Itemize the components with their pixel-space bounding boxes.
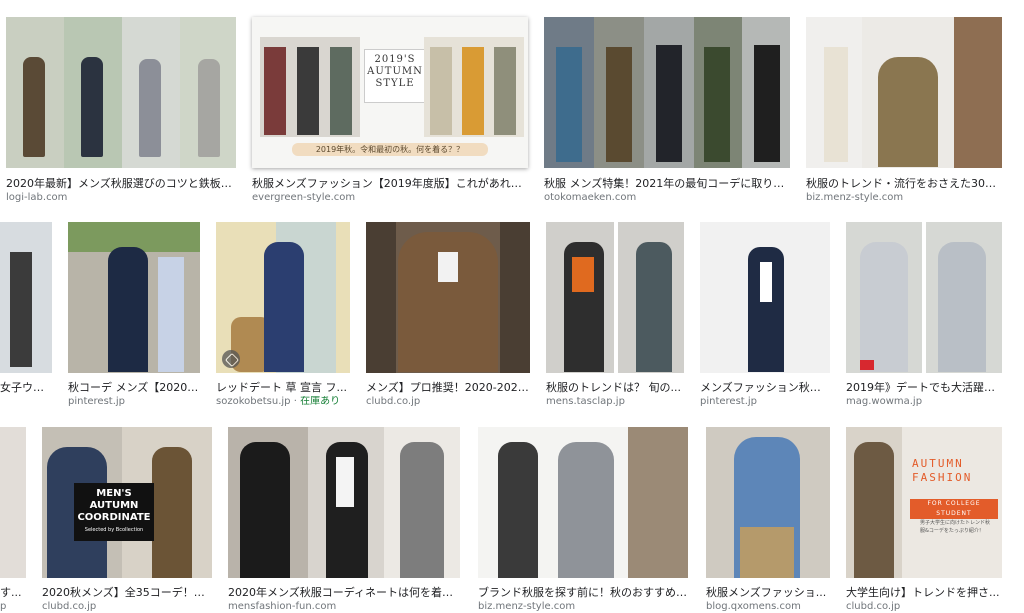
overlay-subtitle: Selected by Bcollection (84, 527, 144, 533)
result-caption[interactable]: メンズ】プロ推奨！2020-2021... (366, 381, 530, 394)
result-source[interactable]: biz.menz-style.com (806, 192, 1002, 204)
result-caption[interactable]: 2020年メンズ秋服コーディネートは何を着る... (228, 586, 460, 599)
result-thumbnail[interactable] (478, 427, 688, 578)
result-thumbnail[interactable] (228, 427, 460, 578)
result-source[interactable]: logi-lab.com (6, 192, 236, 204)
tag-icon (222, 350, 240, 368)
result-caption[interactable]: レッドデート 草 宣言 フ... (216, 381, 350, 394)
result-caption[interactable]: 2019年》デートでも大活躍！... (846, 381, 1002, 394)
result-caption[interactable]: 秋服のトレンド・流行をおさえた30代4... (806, 177, 1002, 190)
stock-label: 在庫あり (300, 396, 341, 407)
image-result[interactable]: 秋コーデ メンズ【2020/... pinterest.jp (68, 222, 200, 412)
result-thumbnail[interactable]: AUTUMN FASHION FOR COLLEGE STUDENT 男子大学生… (846, 427, 1002, 578)
image-result[interactable]: 女子ウケ... (0, 222, 52, 412)
image-result[interactable]: ブランド秋服を探す前に！秋のおすすめ秋... biz.menz-style.co… (478, 427, 688, 613)
image-result[interactable]: す... p (0, 427, 26, 613)
result-caption[interactable]: 秋服 メンズ特集！2021年の最旬コーデに取り入... (544, 177, 790, 190)
result-source[interactable]: clubd.co.jp (846, 601, 1002, 613)
result-source[interactable]: mag.wowma.jp (846, 396, 1002, 408)
result-source[interactable]: biz.menz-style.com (478, 601, 688, 613)
image-result[interactable]: 2020年メンズ秋服コーディネートは何を着る... mensfashion-fu… (228, 427, 460, 613)
result-caption[interactable]: 秋服のトレンドは？ 旬の... (546, 381, 684, 394)
image-result[interactable]: 2019年》デートでも大活躍！... mag.wowma.jp (846, 222, 1002, 412)
image-result[interactable]: 秋服メンズファッショ... blog.qxomens.com (706, 427, 830, 613)
overlay-title-text: MEN'S AUTUMN COORDINATE (77, 488, 151, 523)
image-result[interactable]: メンズファッション秋服... pinterest.jp (700, 222, 830, 412)
result-thumbnail[interactable] (846, 222, 1002, 373)
image-result[interactable]: AUTUMN FASHION FOR COLLEGE STUDENT 男子大学生… (846, 427, 1002, 613)
result-thumbnail[interactable]: MEN'S AUTUMN COORDINATE Selected by Bcol… (42, 427, 212, 578)
result-source[interactable]: blog.qxomens.com (706, 601, 830, 613)
result-source[interactable]: evergreen-style.com (252, 192, 528, 204)
overlay-title: AUTUMN FASHION (912, 457, 973, 484)
overlay-strip: 2019年秋。令和最初の秋。何を着る？？ (292, 143, 488, 156)
result-thumbnail[interactable] (544, 17, 790, 168)
overlay-title: 2019'S AUTUMN STYLE (364, 49, 426, 103)
result-caption[interactable]: 女子ウケ... (0, 381, 52, 394)
result-caption[interactable]: メンズファッション秋服... (700, 381, 830, 394)
image-result[interactable]: 2020年最新】メンズ秋服選びのコツと鉄板ア... logi-lab.com (6, 17, 236, 207)
image-result[interactable]: 秋服のトレンドは？ 旬の... mens.tasclap.jp (546, 222, 684, 412)
result-source[interactable]: pinterest.jp (700, 396, 830, 408)
result-thumbnail[interactable] (706, 427, 830, 578)
result-caption[interactable]: ブランド秋服を探す前に！秋のおすすめ秋... (478, 586, 688, 599)
result-caption[interactable]: 秋コーデ メンズ【2020/... (68, 381, 200, 394)
overlay-body: 男子大学生に向けたトレンド秋服&コーデをたっぷり紹介！ (920, 520, 991, 534)
result-caption[interactable]: す... (0, 586, 26, 599)
result-thumbnail[interactable] (0, 427, 26, 578)
result-source[interactable]: clubd.co.jp (42, 601, 212, 613)
result-thumbnail[interactable] (6, 17, 236, 168)
result-caption[interactable]: 秋服メンズファッション【2019年度版】これがあれば0... (252, 177, 528, 190)
overlay-title: MEN'S AUTUMN COORDINATE Selected by Bcol… (74, 483, 154, 541)
result-source[interactable]: sozokobetsu.jp · 在庫あり (216, 396, 350, 408)
result-thumbnail[interactable]: 2019'S AUTUMN STYLE 2019年秋。令和最初の秋。何を着る？？ (252, 17, 528, 168)
result-source-domain: sozokobetsu.jp (216, 396, 291, 407)
result-caption[interactable]: 大学生向け】トレンドを押さ... (846, 586, 1002, 599)
result-thumbnail[interactable] (546, 222, 684, 373)
result-thumbnail[interactable] (216, 222, 350, 373)
image-result[interactable]: 秋服 メンズ特集！2021年の最旬コーデに取り入... otokomaeken.… (544, 17, 790, 207)
result-source[interactable]: p (0, 601, 26, 613)
result-thumbnail[interactable] (806, 17, 1002, 168)
result-thumbnail[interactable] (0, 222, 52, 373)
result-source[interactable]: otokomaeken.com (544, 192, 790, 204)
image-result[interactable]: 秋服のトレンド・流行をおさえた30代4... biz.menz-style.co… (806, 17, 1002, 207)
overlay-subtitle: FOR COLLEGE STUDENT (910, 499, 998, 519)
result-source[interactable]: mens.tasclap.jp (546, 396, 684, 408)
image-result[interactable]: メンズ】プロ推奨！2020-2021... clubd.co.jp (366, 222, 530, 412)
image-result[interactable]: レッドデート 草 宣言 フ... sozokobetsu.jp · 在庫あり (216, 222, 350, 412)
result-thumbnail[interactable] (366, 222, 530, 373)
image-result[interactable]: MEN'S AUTUMN COORDINATE Selected by Bcol… (42, 427, 212, 613)
result-source[interactable]: pinterest.jp (68, 396, 200, 408)
result-caption[interactable]: 秋服メンズファッショ... (706, 586, 830, 599)
result-caption[interactable]: 2020年最新】メンズ秋服選びのコツと鉄板ア... (6, 177, 236, 190)
result-thumbnail[interactable] (68, 222, 200, 373)
result-thumbnail[interactable] (700, 222, 830, 373)
result-source[interactable]: clubd.co.jp (366, 396, 530, 408)
result-source[interactable]: mensfashion-fun.com (228, 601, 460, 613)
image-result[interactable]: 2019'S AUTUMN STYLE 2019年秋。令和最初の秋。何を着る？？… (252, 17, 528, 207)
result-caption[interactable]: 2020秋メンズ】全35コーデ！オ... (42, 586, 212, 599)
